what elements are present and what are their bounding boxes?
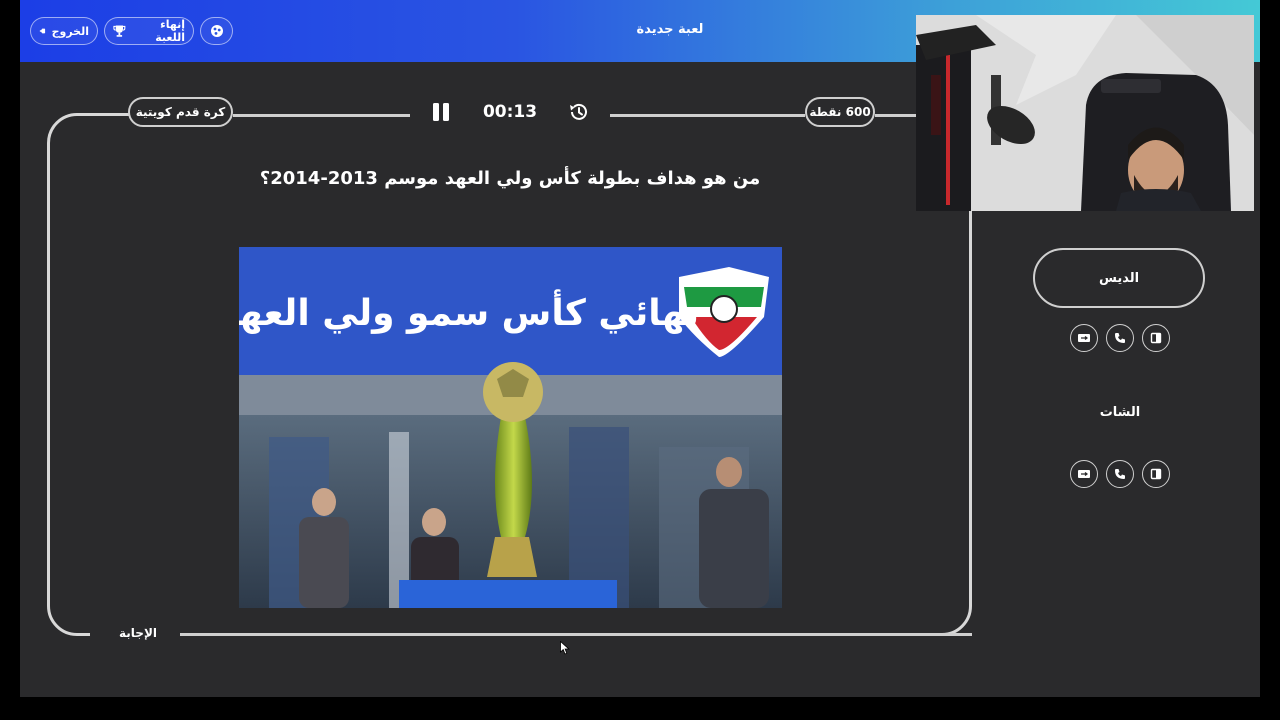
exit-button-label: الخروج: [51, 24, 89, 38]
team-1-card[interactable]: الديس: [1033, 248, 1205, 308]
frame-bottom-line: [180, 633, 972, 636]
category-badge: كرة قدم كويتية: [128, 97, 233, 127]
reset-timer-button[interactable]: [568, 101, 590, 123]
answer-button[interactable]: الإجابة: [98, 626, 178, 640]
exit-button[interactable]: الخروج: [30, 17, 98, 45]
team-1-swap-aid[interactable]: [1070, 324, 1098, 352]
split-icon: [1150, 332, 1162, 344]
share-icon: [210, 25, 223, 37]
phone-icon: [1115, 469, 1125, 479]
trophy-icon: [113, 25, 126, 37]
question-image: نهائي كأس سمو ولي العهد: [239, 247, 782, 608]
end-game-label: إنهاء اللعبة: [155, 18, 185, 44]
end-game-button[interactable]: إنهاء اللعبة: [104, 17, 194, 45]
image-banner-text: نهائي كأس سمو ولي العهد: [239, 289, 699, 334]
phone-icon: [1115, 333, 1125, 343]
team-1-split-aid[interactable]: [1142, 324, 1170, 352]
exit-icon: [39, 28, 46, 34]
team-1-call-aid[interactable]: [1106, 324, 1134, 352]
question-text: من هو هداف بطولة كأس ولي العهد موسم 2013…: [259, 168, 761, 189]
new-game-button[interactable]: لعبة جديدة: [610, 22, 730, 37]
timer: 00:13: [482, 102, 538, 122]
history-icon: [570, 103, 587, 120]
team-2-split-aid[interactable]: [1142, 460, 1170, 488]
points-label: 600 نقطة: [809, 105, 871, 119]
mouse-cursor-icon: [560, 641, 570, 655]
swap-icon: [1078, 470, 1090, 478]
team-2-call-aid[interactable]: [1106, 460, 1134, 488]
category-label: كرة قدم كويتية: [135, 105, 226, 119]
frame-top-line-left: [233, 114, 410, 117]
pause-button[interactable]: [430, 101, 452, 123]
pause-icon: [433, 103, 449, 121]
frame-top-line-right: [610, 114, 805, 117]
team-2-swap-aid[interactable]: [1070, 460, 1098, 488]
team-2-name: الشات: [1099, 405, 1141, 420]
swap-icon: [1078, 334, 1090, 342]
team-1-name: الديس: [1098, 270, 1140, 286]
webcam-overlay: [916, 15, 1254, 211]
split-icon: [1150, 468, 1162, 480]
share-button[interactable]: [200, 17, 233, 45]
points-badge: 600 نقطة: [805, 97, 875, 127]
